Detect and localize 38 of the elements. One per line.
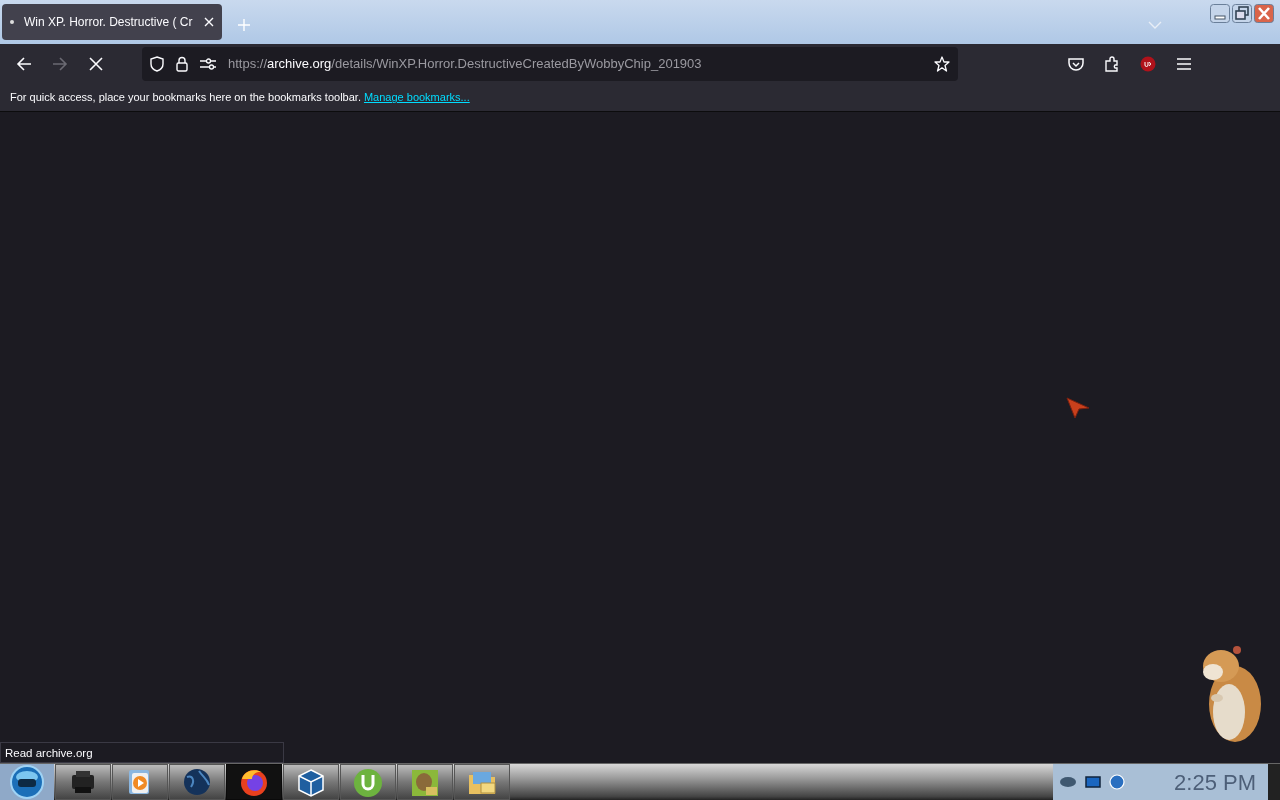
- taskbar-button[interactable]: [283, 764, 339, 800]
- torrent-icon: [352, 767, 384, 797]
- taskbar-button[interactable]: [55, 764, 111, 800]
- pocket-icon[interactable]: [1068, 57, 1084, 71]
- manage-bookmarks-link[interactable]: Manage bookmarks...: [363, 89, 470, 106]
- taskbar-button[interactable]: [112, 764, 168, 800]
- start-button[interactable]: [0, 764, 54, 800]
- minimize-button[interactable]: [1210, 4, 1230, 23]
- speaker-icon[interactable]: [1059, 776, 1077, 788]
- browser-tab[interactable]: Win XP. Horror. Destructive ( Cr: [2, 4, 222, 40]
- star-icon[interactable]: [934, 56, 950, 72]
- forward-icon[interactable]: [52, 57, 68, 71]
- back-icon[interactable]: [16, 57, 32, 71]
- shield-icon[interactable]: [150, 56, 164, 72]
- puzzle-icon[interactable]: [1104, 56, 1120, 72]
- firefox-icon: [238, 767, 270, 797]
- stop-icon[interactable]: [89, 57, 103, 71]
- network-icon[interactable]: [1109, 774, 1125, 790]
- menu-icon[interactable]: [1176, 57, 1192, 71]
- tab-title: Win XP. Horror. Destructive ( Cr: [24, 14, 194, 31]
- restore-button[interactable]: [1232, 4, 1252, 23]
- taskbar-button[interactable]: [340, 764, 396, 800]
- status-text: Read archive.org: [0, 742, 284, 763]
- taskbar-button[interactable]: [169, 764, 225, 800]
- shield-badge-icon[interactable]: [1140, 56, 1156, 72]
- taskbar-button[interactable]: [454, 764, 510, 800]
- pointer-icon: [1066, 397, 1090, 419]
- close-button[interactable]: [1254, 4, 1274, 23]
- permissions-icon[interactable]: [200, 58, 216, 70]
- taskbar-button[interactable]: [397, 764, 453, 800]
- lock-icon[interactable]: [176, 56, 188, 72]
- clock: 2:25 PM: [1174, 768, 1256, 797]
- globe-icon: [181, 767, 213, 797]
- cube-icon: [295, 767, 327, 797]
- hamster-app-icon: [409, 767, 441, 797]
- taskbar-button[interactable]: [226, 764, 282, 800]
- bookmarks-message: For quick access, place your bookmarks here on the bookmarks toolbar.: [10, 90, 361, 106]
- close-icon[interactable]: [204, 17, 214, 27]
